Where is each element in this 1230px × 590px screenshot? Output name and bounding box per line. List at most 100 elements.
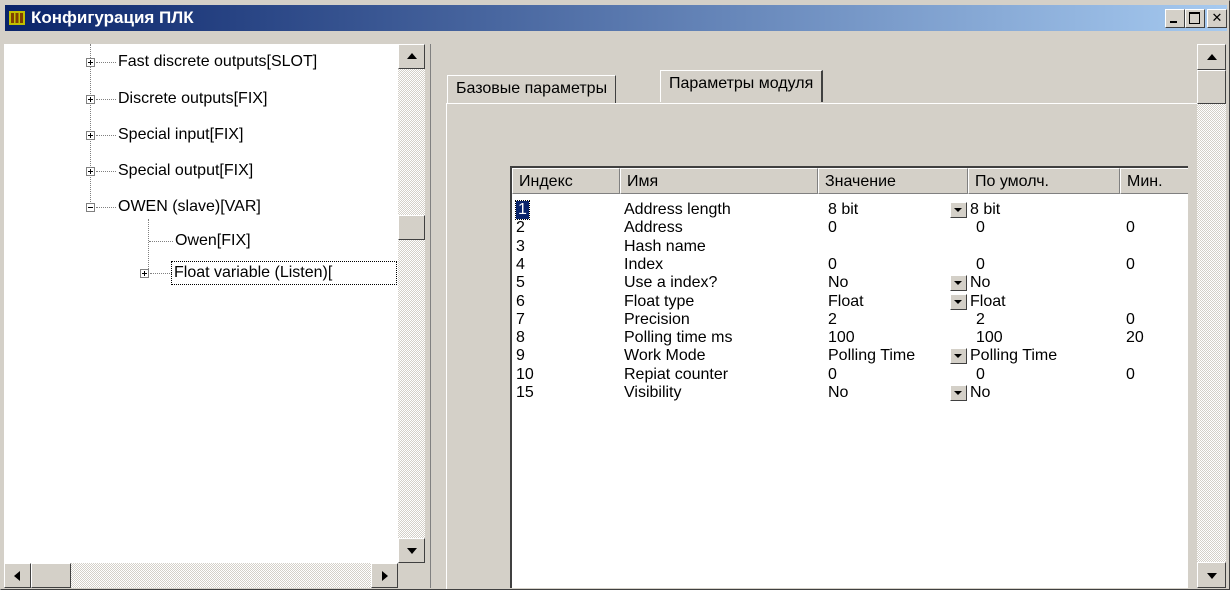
arrow-down-icon [407, 548, 417, 554]
expand-icon[interactable] [86, 131, 95, 140]
cell-name[interactable]: Address length [624, 201, 731, 219]
cell-index[interactable]: 2 [516, 219, 525, 237]
cell-default[interactable]: No [970, 384, 990, 402]
tree-horizontal-scrollbar[interactable] [4, 563, 398, 588]
dropdown-arrow-icon[interactable] [950, 275, 967, 291]
cell-name[interactable]: Work Mode [624, 347, 706, 365]
cell-value[interactable]: Float [828, 293, 864, 311]
cell-name[interactable]: Precision [624, 311, 690, 329]
cell-value[interactable]: No [828, 274, 848, 292]
cell-index[interactable]: 15 [516, 384, 534, 402]
cell-name[interactable]: Visibility [624, 384, 682, 402]
cell-name[interactable]: Address [624, 219, 683, 237]
column-header-default[interactable]: По умолч. [968, 168, 1120, 194]
tree-item-special-input[interactable]: Special input[FIX] [118, 124, 243, 146]
cell-min[interactable]: 0 [1126, 311, 1135, 329]
cell-default[interactable]: 0 [976, 366, 985, 384]
scroll-down-button[interactable] [1197, 562, 1226, 588]
cell-value[interactable]: 0 [828, 256, 837, 274]
tree-vertical-scrollbar[interactable] [398, 44, 425, 563]
close-button[interactable]: ✕ [1207, 9, 1227, 28]
tree-item-discrete-outputs[interactable]: Discrete outputs[FIX] [118, 88, 267, 110]
arrow-up-icon [407, 53, 417, 59]
window-title: Конфигурация ПЛК [31, 8, 194, 27]
tree-connector [150, 273, 172, 275]
scroll-up-button[interactable] [1197, 44, 1226, 70]
dropdown-arrow-icon[interactable] [950, 202, 967, 218]
cell-value[interactable]: 0 [828, 366, 837, 384]
cell-value[interactable]: No [828, 384, 848, 402]
dropdown-arrow-icon[interactable] [950, 385, 967, 401]
cell-index[interactable]: 9 [516, 347, 525, 365]
cell-min[interactable]: 0 [1126, 256, 1135, 274]
column-header-index[interactable]: Индекс [512, 168, 620, 194]
cell-name[interactable]: Index [624, 256, 663, 274]
tree-item-fast-discrete-outputs[interactable]: Fast discrete outputs[SLOT] [118, 51, 317, 73]
tab-module-params[interactable]: Параметры модуля [660, 70, 824, 102]
cell-value[interactable]: 2 [828, 311, 837, 329]
collapse-icon[interactable] [86, 203, 95, 212]
cell-name[interactable]: Float type [624, 293, 694, 311]
scroll-thumb[interactable] [398, 215, 425, 240]
scroll-thumb-horizontal[interactable] [31, 563, 71, 588]
cell-name[interactable]: Use a index? [624, 274, 717, 292]
expand-icon[interactable] [86, 58, 95, 67]
cell-default[interactable]: No [970, 274, 990, 292]
parameters-grid[interactable]: Индекс Имя Значение По умолч. Мин. 1 Addr… [510, 166, 1188, 588]
arrow-down-icon [1207, 573, 1217, 579]
scroll-left-button[interactable] [4, 563, 31, 588]
cell-index[interactable]: 1 [515, 200, 530, 220]
cell-min[interactable]: 0 [1126, 219, 1135, 237]
cell-default[interactable]: 8 bit [970, 201, 1000, 219]
cell-index[interactable]: 8 [516, 329, 525, 347]
cell-index[interactable]: 4 [516, 256, 525, 274]
tree-connector [90, 44, 92, 208]
dropdown-arrow-icon[interactable] [950, 348, 967, 364]
minimize-button[interactable] [1165, 9, 1185, 28]
cell-default[interactable]: Polling Time [970, 347, 1057, 365]
tree-connector [96, 207, 116, 209]
tree-item-special-output[interactable]: Special output[FIX] [118, 160, 253, 182]
cell-default[interactable]: Float [970, 293, 1006, 311]
cell-name[interactable]: Repiat counter [624, 366, 728, 384]
cell-index[interactable]: 10 [516, 366, 534, 384]
cell-default[interactable]: 2 [976, 311, 985, 329]
cell-default[interactable]: 100 [976, 329, 1003, 347]
tab-base-params[interactable]: Базовые параметры [447, 75, 617, 103]
column-header-min[interactable]: Мин. [1120, 168, 1188, 194]
module-tree[interactable]: Fast discrete outputs[SLOT] Discrete out… [4, 44, 426, 588]
cell-index[interactable]: 5 [516, 274, 525, 292]
cell-default[interactable]: 0 [976, 219, 985, 237]
expand-icon[interactable] [86, 95, 95, 104]
cell-name[interactable]: Polling time ms [624, 329, 732, 347]
tree-item-float-variable[interactable]: Float variable (Listen)[ [171, 261, 397, 285]
plc-config-icon [9, 11, 25, 25]
cell-min[interactable]: 20 [1126, 329, 1144, 347]
cell-value[interactable]: 100 [828, 329, 855, 347]
scroll-down-button[interactable] [398, 538, 425, 563]
cell-value[interactable]: Polling Time [828, 347, 915, 365]
arrow-up-icon [1207, 54, 1217, 60]
tree-item-owen-slave[interactable]: OWEN (slave)[VAR] [118, 196, 261, 218]
cell-value[interactable]: 0 [828, 219, 837, 237]
scroll-up-button[interactable] [398, 44, 425, 69]
column-header-name[interactable]: Имя [620, 168, 818, 194]
scroll-right-button[interactable] [371, 563, 398, 588]
tree-connector [149, 241, 173, 243]
title-bar[interactable]: Конфигурация ПЛК ✕ [5, 5, 1227, 31]
dropdown-arrow-icon[interactable] [950, 294, 967, 310]
cell-index[interactable]: 7 [516, 311, 525, 329]
tree-item-owen[interactable]: Owen[FIX] [175, 230, 251, 252]
properties-vertical-scrollbar[interactable] [1197, 44, 1226, 588]
maximize-button[interactable] [1185, 9, 1205, 28]
expand-icon[interactable] [140, 269, 149, 278]
cell-name[interactable]: Hash name [624, 238, 706, 256]
cell-index[interactable]: 3 [516, 238, 525, 256]
cell-default[interactable]: 0 [976, 256, 985, 274]
scroll-thumb[interactable] [1197, 70, 1226, 104]
cell-value[interactable]: 8 bit [828, 201, 858, 219]
column-header-value[interactable]: Значение [818, 168, 968, 194]
cell-min[interactable]: 0 [1126, 366, 1135, 384]
expand-icon[interactable] [86, 167, 95, 176]
cell-index[interactable]: 6 [516, 293, 525, 311]
